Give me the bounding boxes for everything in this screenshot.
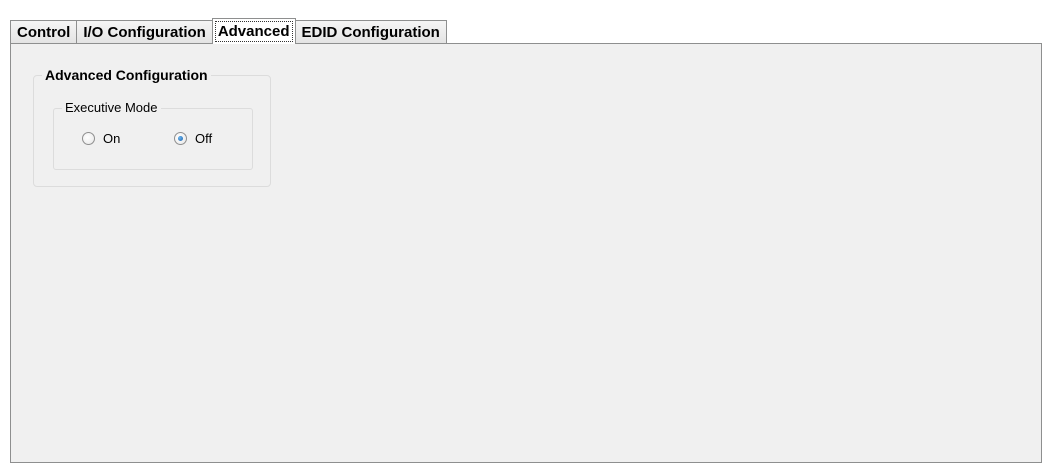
executive-mode-off-radio[interactable]: Off (174, 131, 212, 146)
executive-mode-off-label: Off (195, 131, 213, 146)
tab-edid-configuration[interactable]: EDID Configuration (294, 20, 447, 44)
executive-mode-on-label: On (103, 131, 121, 146)
window-frame: Control I/O Configuration Advanced EDID … (0, 0, 1044, 463)
tab-advanced-label: Advanced (214, 21, 293, 42)
radio-checked-icon (174, 132, 187, 145)
advanced-configuration-title: Advanced Configuration (42, 67, 211, 83)
executive-mode-title: Executive Mode (62, 100, 161, 116)
radio-unchecked-icon (82, 132, 95, 145)
executive-mode-group: Executive Mode On Off (53, 100, 253, 170)
tab-advanced[interactable]: Advanced (211, 18, 296, 44)
tab-io-configuration-label: I/O Configuration (83, 24, 206, 41)
tab-io-configuration[interactable]: I/O Configuration (76, 20, 213, 44)
tab-edid-configuration-label: EDID Configuration (301, 24, 440, 41)
advanced-configuration-group: Advanced Configuration Executive Mode On… (33, 67, 271, 187)
tab-strip: Control I/O Configuration Advanced EDID … (10, 18, 447, 44)
tab-control[interactable]: Control (10, 20, 78, 44)
tab-panel-advanced: Advanced Configuration Executive Mode On… (10, 43, 1042, 463)
executive-mode-on-radio[interactable]: On (82, 131, 120, 146)
tab-control-label: Control (17, 24, 71, 41)
